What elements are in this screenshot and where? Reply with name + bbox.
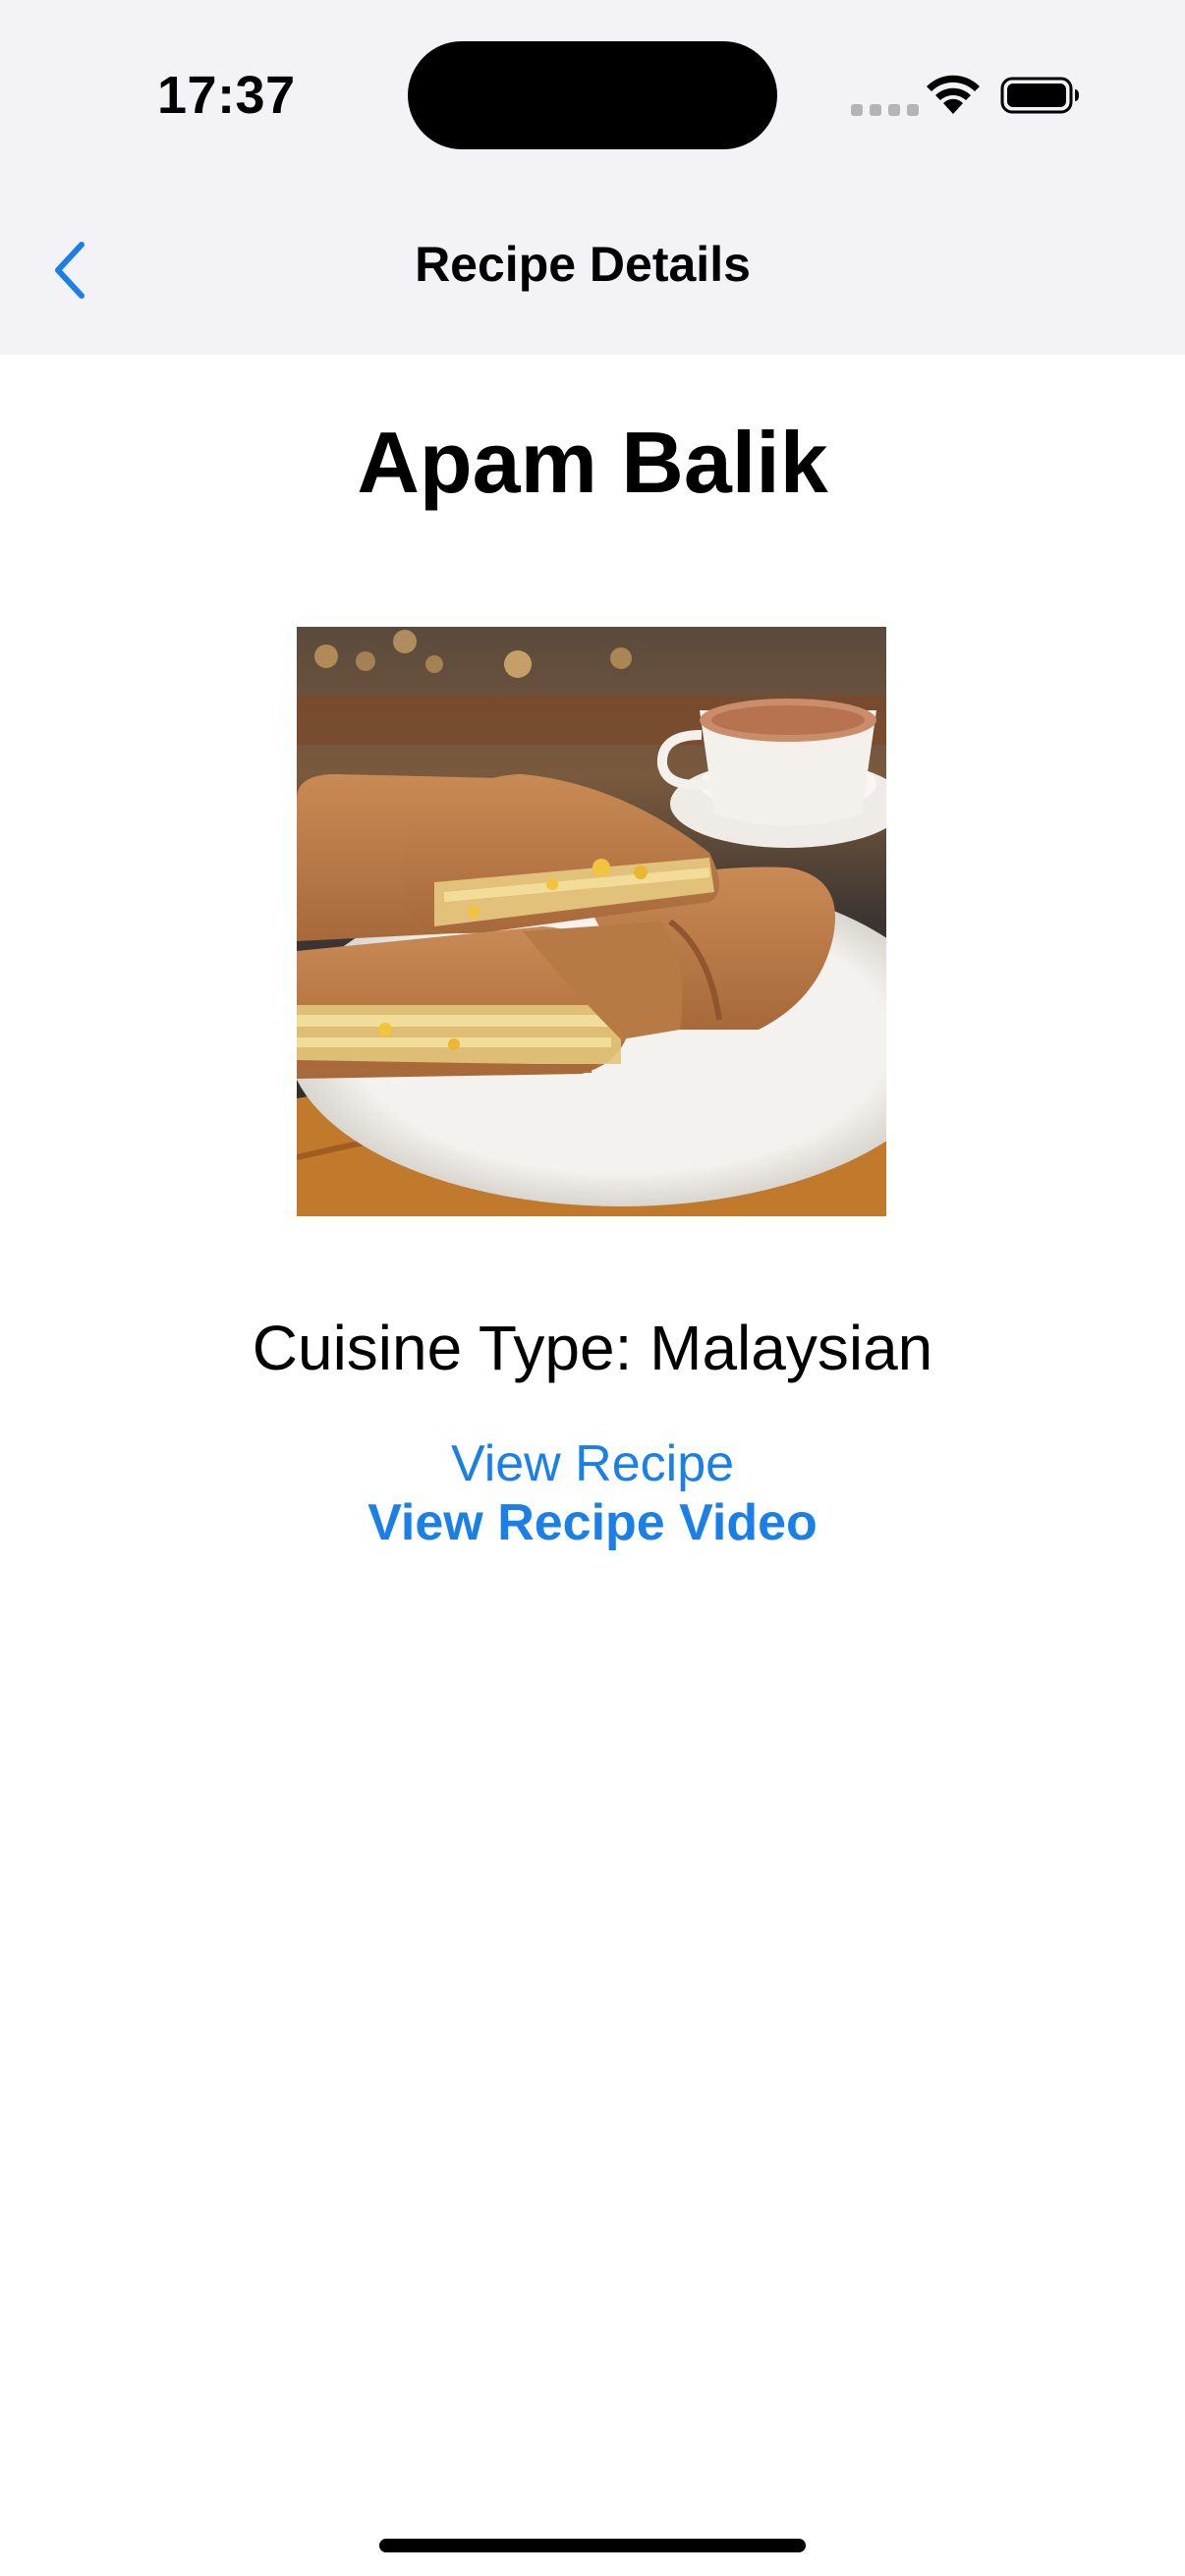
battery-icon — [1000, 77, 1079, 114]
home-indicator[interactable] — [379, 2539, 806, 2552]
nav-title: Recipe Details — [415, 237, 751, 292]
wifi-icon — [927, 75, 980, 114]
recipe-title: Apam Balik — [357, 414, 828, 511]
recipe-details-screen: 17:37 Recipe Details Apam Balik Cuisine … — [0, 0, 1185, 2576]
dynamic-island — [408, 41, 777, 149]
recipe-photo — [297, 627, 886, 1216]
cellular-signal-icon — [851, 104, 919, 116]
top-bar: 17:37 Recipe Details — [0, 0, 1185, 355]
view-recipe-link[interactable]: View Recipe — [0, 1434, 1185, 1493]
status-time: 17:37 — [157, 66, 296, 125]
cuisine-type-label: Cuisine Type: Malaysian — [252, 1313, 933, 1383]
view-recipe-video-link[interactable]: View Recipe Video — [0, 1493, 1185, 1552]
